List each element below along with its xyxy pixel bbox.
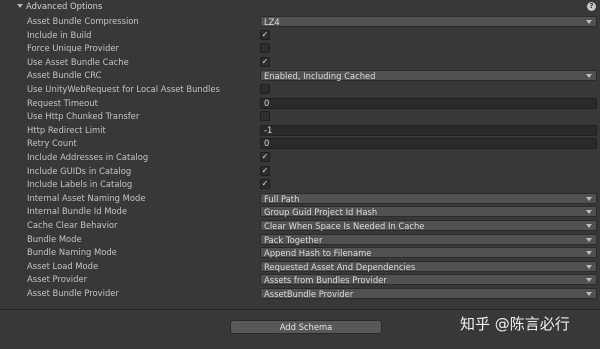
- chevron-down-icon: [586, 224, 592, 228]
- checkmark-icon: ✓: [261, 56, 269, 66]
- option-label: Asset Bundle Provider: [27, 288, 119, 298]
- option-row: Asset Bundle Provider AssetBundle Provide…: [0, 287, 600, 300]
- dropdown-value: Full Path: [264, 193, 300, 204]
- chevron-down-icon: [586, 237, 592, 242]
- option-row: Force Unique Provider: [0, 42, 600, 55]
- option-dropdown[interactable]: Clear When Space Is Needed In Cache: [260, 220, 597, 231]
- watermark-text: 知乎 @陈言必行: [460, 315, 570, 333]
- option-text-field[interactable]: -1: [260, 124, 597, 136]
- option-checkbox[interactable]: ✓: [260, 152, 270, 162]
- option-dropdown[interactable]: Full Path: [260, 192, 597, 204]
- add-schema-button[interactable]: Add Schema: [230, 320, 382, 334]
- advanced-options-header[interactable]: Advanced Options ?: [0, 0, 600, 13]
- text-field-value: 0: [264, 97, 270, 108]
- option-dropdown[interactable]: Assets from Bundles Provider: [260, 274, 597, 286]
- checkmark-icon: ✓: [261, 165, 269, 175]
- text-field-value: -1: [264, 124, 273, 135]
- option-row: Include GUIDs in Catalog ✓: [0, 165, 600, 178]
- option-checkbox[interactable]: [260, 84, 270, 94]
- option-label: Use UnityWebRequest for Local Asset Bund…: [27, 84, 220, 94]
- checkmark-icon: ✓: [261, 152, 269, 161]
- option-dropdown[interactable]: Pack Together: [260, 233, 597, 245]
- checkmark-icon: ✓: [261, 29, 269, 39]
- option-label: Internal Asset Naming Mode: [27, 192, 146, 203]
- chevron-down-icon: [586, 292, 592, 296]
- option-row: Bundle Naming Mode Append Hash to Filenam…: [0, 246, 600, 259]
- option-label: Request Timeout: [27, 97, 98, 108]
- option-label: Use Http Chunked Transfer: [27, 111, 140, 122]
- option-checkbox[interactable]: [260, 111, 270, 122]
- chevron-down-icon: [586, 196, 592, 201]
- option-row: Cache Clear Behavior Clear When Space Is …: [0, 219, 600, 232]
- option-dropdown[interactable]: Append Hash to Filename: [260, 247, 597, 259]
- option-row: Use Asset Bundle Cache ✓: [0, 56, 600, 69]
- dropdown-value: Append Hash to Filename: [264, 248, 372, 259]
- option-label: Use Asset Bundle Cache: [27, 56, 129, 67]
- dropdown-value: Enabled, Including Cached: [264, 71, 376, 82]
- option-row: Include Addresses in Catalog ✓: [0, 151, 600, 164]
- chevron-down-icon: [586, 278, 592, 283]
- option-label: Http Redirect Limit: [27, 124, 106, 135]
- dropdown-value: AssetBundle Provider: [264, 289, 354, 299]
- dropdown-value: LZ4: [264, 17, 280, 27]
- option-label: Asset Bundle CRC: [27, 70, 102, 81]
- option-label: Include GUIDs in Catalog: [27, 165, 132, 176]
- option-row: Use Http Chunked Transfer: [0, 110, 600, 123]
- option-dropdown[interactable]: Group Guid Project Id Hash: [260, 206, 597, 218]
- option-row: Retry Count 0: [0, 137, 600, 150]
- option-label: Bundle Mode: [27, 233, 82, 244]
- option-checkbox[interactable]: ✓: [260, 179, 270, 190]
- option-label: Bundle Naming Mode: [27, 247, 117, 258]
- option-text-field[interactable]: 0: [260, 138, 597, 150]
- option-row: Bundle Mode Pack Together: [0, 233, 600, 246]
- dropdown-value: Requested Asset And Dependencies: [264, 261, 416, 272]
- text-field-value: 0: [264, 138, 270, 149]
- option-row: Asset Bundle CRC Enabled, Including Cache…: [0, 69, 600, 82]
- option-checkbox[interactable]: ✓: [260, 165, 270, 176]
- option-checkbox[interactable]: ✓: [260, 29, 270, 40]
- option-label: Asset Provider: [27, 274, 88, 285]
- option-row: Use UnityWebRequest for Local Asset Bund…: [0, 83, 600, 96]
- chevron-down-icon: [586, 74, 592, 79]
- option-row: Http Redirect Limit -1: [0, 124, 600, 137]
- option-label: Cache Clear Behavior: [27, 220, 118, 230]
- dropdown-value: Pack Together: [264, 234, 323, 245]
- option-text-field[interactable]: 0: [260, 97, 597, 109]
- dropdown-value: Assets from Bundles Provider: [264, 275, 387, 286]
- option-row: Asset Provider Assets from Bundles Provid…: [0, 273, 600, 286]
- option-row: Request Timeout 0: [0, 97, 600, 110]
- option-dropdown[interactable]: Enabled, Including Cached: [260, 70, 597, 82]
- help-icon[interactable]: ?: [587, 2, 596, 11]
- section-title: Advanced Options: [26, 1, 103, 11]
- option-row: Internal Bundle Id Mode Group Guid Projec…: [0, 205, 600, 218]
- option-row: Internal Asset Naming Mode Full Path: [0, 192, 600, 205]
- option-checkbox[interactable]: ✓: [260, 56, 270, 67]
- option-row: Asset Bundle Compression LZ4: [0, 15, 600, 28]
- option-label: Asset Bundle Compression: [27, 16, 139, 26]
- option-dropdown[interactable]: LZ4: [260, 16, 597, 27]
- option-label: Asset Load Mode: [27, 260, 99, 271]
- option-label: Internal Bundle Id Mode: [27, 206, 128, 217]
- option-label: Force Unique Provider: [27, 43, 120, 54]
- option-dropdown[interactable]: Requested Asset And Dependencies: [260, 260, 597, 272]
- option-row: Include in Build ✓: [0, 29, 600, 42]
- option-dropdown[interactable]: AssetBundle Provider: [260, 288, 597, 299]
- divider: [0, 309, 600, 310]
- option-row: Asset Load Mode Requested Asset And Depen…: [0, 260, 600, 273]
- option-row: Include Labels in Catalog ✓: [0, 178, 600, 191]
- dropdown-value: Clear When Space Is Needed In Cache: [264, 221, 425, 231]
- chevron-down-icon: [586, 210, 592, 215]
- foldout-arrow-icon[interactable]: [17, 4, 23, 8]
- dropdown-value: Group Guid Project Id Hash: [264, 207, 378, 218]
- checkmark-icon: ✓: [261, 179, 269, 189]
- option-label: Retry Count: [27, 138, 77, 149]
- option-label: Include in Build: [27, 29, 92, 40]
- option-label: Include Addresses in Catalog: [27, 152, 149, 162]
- chevron-down-icon: [586, 264, 592, 269]
- chevron-down-icon: [586, 20, 592, 24]
- option-label: Include Labels in Catalog: [27, 179, 133, 190]
- chevron-down-icon: [586, 251, 592, 256]
- option-checkbox[interactable]: [260, 43, 270, 54]
